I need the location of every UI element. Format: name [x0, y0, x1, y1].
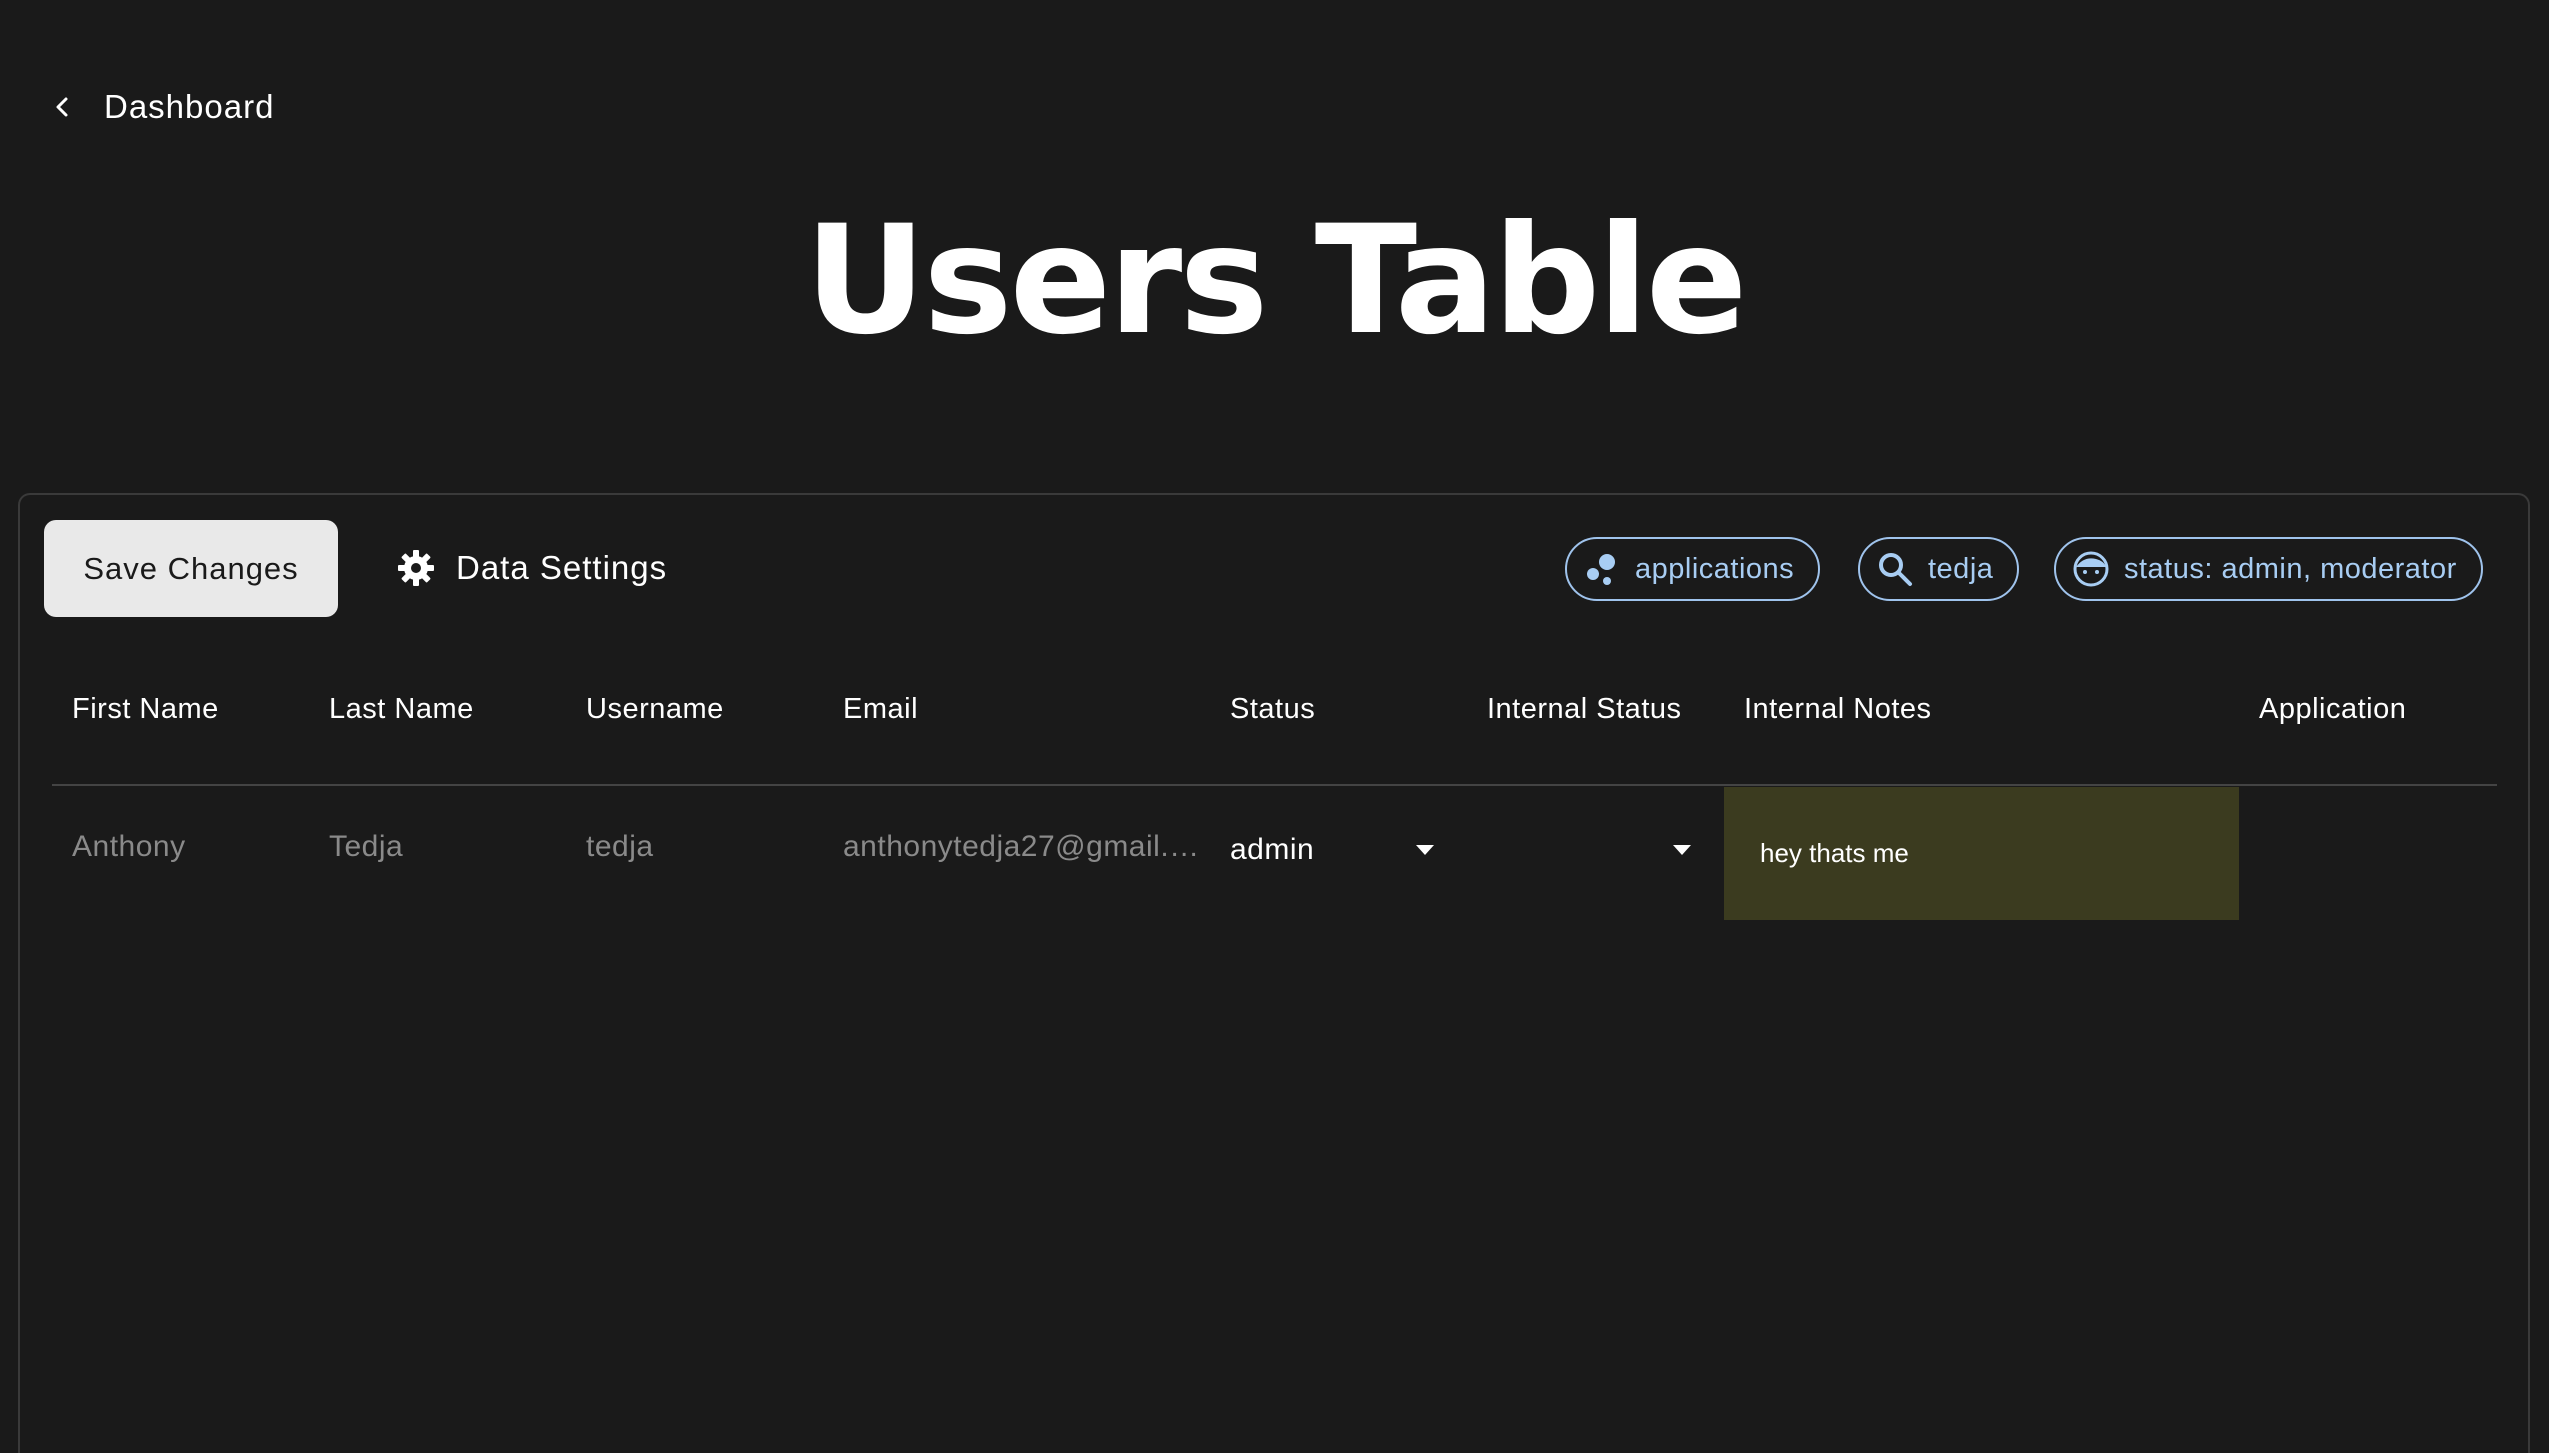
filter-chip-applications[interactable]: applications: [1565, 537, 1821, 601]
column-header-application[interactable]: Application: [2259, 693, 2406, 726]
internal-notes-text: hey thats me: [1760, 838, 1909, 868]
save-changes-button[interactable]: Save Changes: [44, 520, 338, 617]
back-link-label: Dashboard: [104, 88, 275, 125]
data-settings-button[interactable]: Data Settings: [396, 540, 667, 596]
cell-username: tedja: [586, 830, 654, 863]
filter-chip-label: tedja: [1928, 552, 1994, 585]
chevron-left-icon: [50, 95, 74, 119]
column-header-last-name[interactable]: Last Name: [329, 693, 474, 726]
face-icon: [2072, 550, 2110, 588]
caret-down-icon: [1416, 845, 1434, 855]
column-header-first-name[interactable]: First Name: [72, 693, 219, 726]
column-header-username[interactable]: Username: [586, 693, 724, 726]
filter-chip-label: applications: [1635, 552, 1795, 585]
status-select[interactable]: admin: [1230, 820, 1434, 880]
caret-down-icon: [1673, 845, 1691, 855]
table-panel: [18, 493, 2530, 1453]
page-title: Users Table: [804, 194, 1747, 368]
column-header-status[interactable]: Status: [1230, 693, 1315, 726]
header-divider: [52, 784, 2497, 786]
internal-notes-cell[interactable]: hey thats me: [1724, 787, 2239, 920]
bubbles-icon: [1583, 550, 1621, 588]
filter-chip-label: status: admin, moderator: [2124, 552, 2457, 585]
data-settings-label: Data Settings: [456, 549, 668, 586]
search-icon: [1876, 550, 1914, 588]
column-header-internal-notes[interactable]: Internal Notes: [1744, 693, 1932, 726]
gear-icon: [396, 548, 436, 588]
column-header-internal-status[interactable]: Internal Status: [1487, 693, 1682, 726]
cell-last-name: Tedja: [329, 830, 404, 863]
status-select-value: admin: [1230, 833, 1315, 866]
cell-email: anthonytedja27@gmail.com: [843, 830, 1203, 863]
filter-chip-status[interactable]: status: admin, moderator: [2054, 537, 2483, 601]
cell-first-name: Anthony: [72, 830, 186, 863]
back-to-dashboard-link[interactable]: Dashboard: [50, 88, 274, 126]
internal-status-select[interactable]: [1487, 820, 1691, 880]
filter-chip-search[interactable]: tedja: [1858, 537, 2020, 601]
column-header-email[interactable]: Email: [843, 693, 918, 726]
